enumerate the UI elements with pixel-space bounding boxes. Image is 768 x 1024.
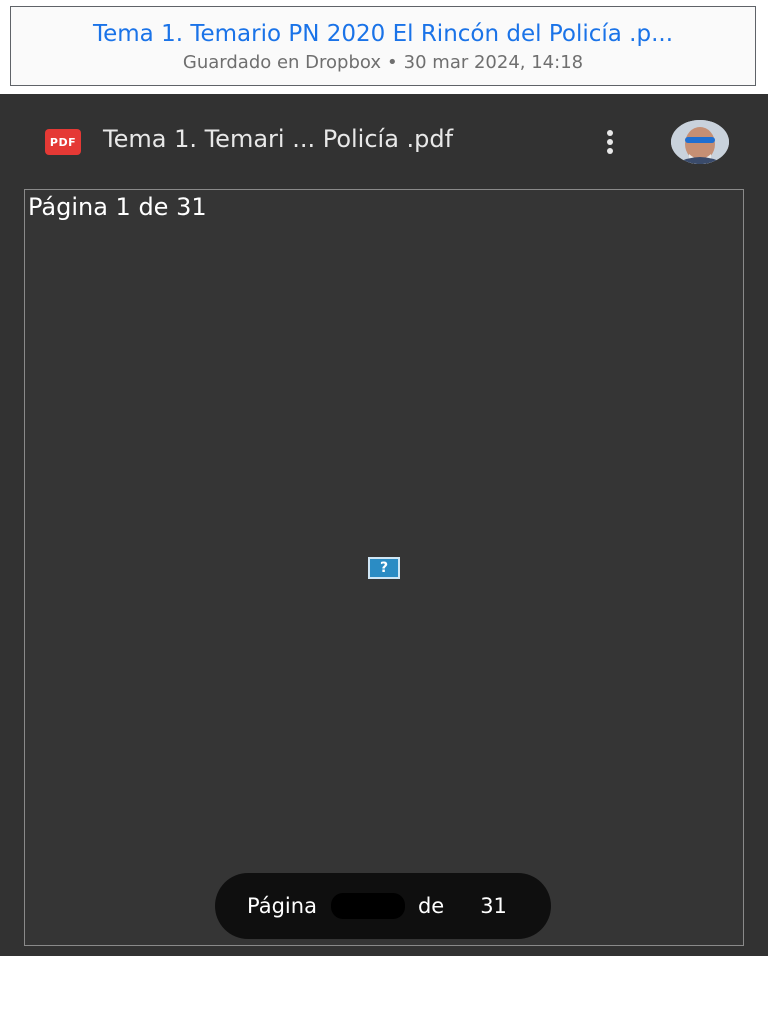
page-total: 31: [480, 894, 507, 918]
page-nav-of: de: [417, 894, 445, 918]
page-label: Página 1 de 31: [28, 193, 207, 221]
kebab-dot: [607, 148, 613, 154]
more-vert-icon[interactable]: [597, 128, 623, 158]
broken-image-icon: ?: [368, 557, 400, 579]
dropbox-embed-card[interactable]: Tema 1. Temario PN 2020 El Rincón del Po…: [10, 6, 756, 86]
avatar-image: [671, 120, 729, 164]
page-number-input[interactable]: [330, 893, 405, 919]
saved-location: Guardado en Dropbox: [182, 52, 382, 73]
file-title: Tema 1. Temari ... Policía .pdf: [103, 125, 454, 153]
page-navigator: Página de 31: [215, 873, 551, 939]
kebab-dot: [607, 139, 613, 145]
pdf-viewer: PDF Tema 1. Temari ... Policía .pdf Pági…: [0, 94, 768, 956]
pdf-page[interactable]: Página 1 de 31 ?: [24, 189, 744, 946]
avatar[interactable]: [671, 120, 729, 164]
viewer-toolbar: PDF Tema 1. Temari ... Policía .pdf: [0, 94, 768, 188]
pdf-file-icon: PDF: [45, 129, 81, 155]
separator-dot: •: [387, 52, 398, 73]
kebab-dot: [607, 130, 613, 136]
embed-title-link[interactable]: Tema 1. Temario PN 2020 El Rincón del Po…: [11, 21, 755, 47]
page-nav-label: Página: [247, 894, 317, 918]
embed-subtitle: Guardado en Dropbox • 30 mar 2024, 14:18: [11, 52, 755, 73]
saved-date: 30 mar 2024, 14:18: [403, 52, 584, 73]
